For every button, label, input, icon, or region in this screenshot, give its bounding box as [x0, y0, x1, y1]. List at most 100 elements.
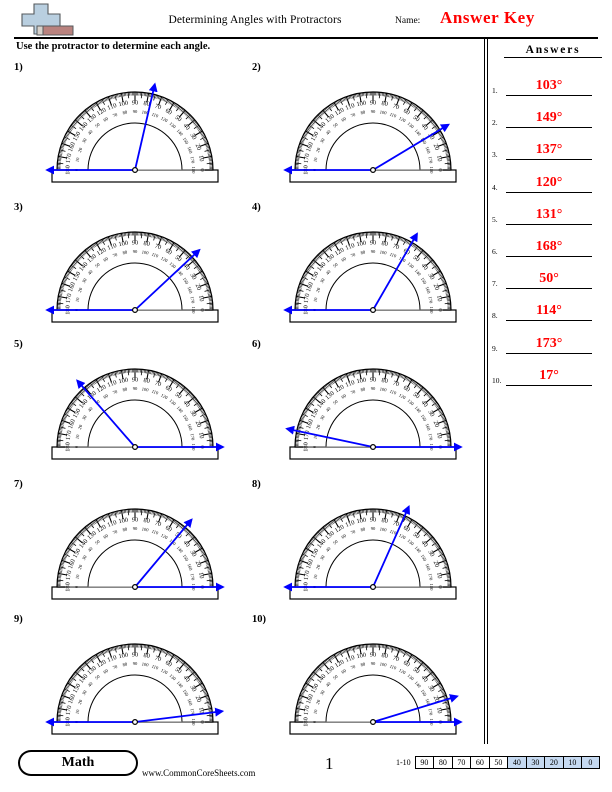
- answer-row: 5. 131°: [492, 193, 608, 225]
- subject-badge: Math: [18, 750, 138, 776]
- svg-text:10: 10: [435, 295, 443, 303]
- answer-row: 10. 17°: [492, 354, 608, 386]
- worksheet-page: Determining Angles with Protractors Name…: [0, 0, 612, 792]
- svg-text:10: 10: [435, 572, 443, 580]
- answer-value: 120°: [535, 174, 563, 190]
- problem-10: 10)0180101702016030150401405013060120701…: [252, 614, 480, 754]
- score-scale-cell: 10: [562, 756, 582, 769]
- protractor-diagram: 0180101702016030150401405013060120701108…: [28, 483, 242, 611]
- answer-value: 17°: [539, 367, 559, 383]
- problem-6: 6) 01801017020160301504014050130601207011…: [252, 339, 480, 479]
- svg-text:90: 90: [371, 386, 376, 391]
- protractor-diagram: 0180101702016030150401405013060120701108…: [266, 483, 480, 611]
- svg-text:90: 90: [370, 516, 376, 523]
- problem-5: 5)01801017020160301504014050130601207011…: [14, 339, 242, 479]
- answers-column: Answers 1. 103° 2. 149° 3. 137° 4. 120° 5. 131° 6.…: [492, 40, 608, 470]
- answer-row: 6. 168°: [492, 225, 608, 257]
- answer-number: 9.: [492, 343, 498, 353]
- problem-number: 3): [14, 202, 23, 213]
- problem-number: 4): [252, 202, 261, 213]
- svg-text:10: 10: [197, 432, 205, 440]
- page-title: Determining Angles with Protractors: [168, 14, 342, 26]
- answer-number: 6.: [492, 247, 498, 256]
- protractor-diagram: 0180101702016030150401405013060120701108…: [28, 618, 242, 746]
- score-scale-cell: 50: [488, 756, 508, 769]
- svg-text:90: 90: [132, 239, 138, 246]
- svg-text:90: 90: [371, 249, 376, 254]
- svg-text:90: 90: [371, 526, 376, 531]
- answer-number: 7.: [492, 279, 498, 289]
- problem-7: 7)01801017020160301504014050130601207011…: [14, 479, 242, 619]
- answer-blank-line: [506, 384, 592, 386]
- protractor-diagram: 0180101702016030150401405013060120701108…: [266, 618, 480, 746]
- problem-number: 1): [14, 62, 23, 73]
- answer-key-label: Answer Key: [440, 8, 535, 27]
- svg-text:90: 90: [370, 651, 376, 658]
- svg-text:90: 90: [370, 376, 376, 383]
- answer-number: 8.: [492, 311, 498, 321]
- svg-text:10: 10: [197, 295, 205, 303]
- svg-text:80: 80: [143, 240, 151, 248]
- page-footer: Math www.CommonCoreSheets.com 1 1-10 90 8…: [0, 744, 612, 792]
- problem-number: 5): [14, 339, 23, 350]
- svg-text:90: 90: [133, 526, 138, 531]
- protractor-diagram: 0180101702016030150401405013060120701108…: [266, 343, 480, 471]
- svg-text:80: 80: [381, 652, 389, 660]
- svg-text:80: 80: [381, 100, 389, 108]
- name-label: Name:: [395, 16, 421, 26]
- answer-value: 168°: [535, 239, 563, 254]
- svg-text:80: 80: [381, 240, 389, 248]
- svg-text:80: 80: [143, 652, 151, 660]
- svg-text:90: 90: [371, 109, 376, 114]
- answer-row: 7. 50°: [492, 257, 608, 290]
- problem-3: 3) 0 180 10 170 20 160 30 150 40 140 50 130 60 120 70 11…: [14, 202, 242, 342]
- score-scale-cell: 90: [414, 756, 434, 769]
- svg-text:90: 90: [133, 386, 138, 391]
- answer-number: 3.: [492, 150, 498, 160]
- protractor-diagram: 0180101702016030150401405013060120701108…: [266, 66, 480, 194]
- answers-heading: Answers: [504, 44, 602, 58]
- answer-row: 4. 120°: [492, 161, 608, 193]
- score-scale-cell: 20: [544, 756, 563, 769]
- answers-column-divider: [484, 38, 488, 744]
- svg-text:10: 10: [197, 155, 205, 163]
- answer-row: 9. 173°: [492, 322, 608, 354]
- svg-text:90: 90: [371, 661, 376, 666]
- answer-value: 114°: [536, 303, 562, 319]
- svg-text:90: 90: [370, 239, 376, 246]
- score-scale-cell: 30: [525, 756, 545, 769]
- answer-row: 2. 149°: [492, 96, 608, 129]
- answer-number: 4.: [492, 182, 498, 192]
- answer-value: 103°: [535, 78, 563, 93]
- svg-text:80: 80: [381, 517, 389, 525]
- answer-value: 173°: [535, 335, 563, 351]
- protractor-diagram: 0180101702016030150401405013060120701108…: [28, 66, 242, 194]
- svg-text:90: 90: [370, 99, 376, 106]
- svg-text:10: 10: [435, 707, 443, 715]
- svg-text:90: 90: [132, 99, 138, 106]
- problem-number: 6): [252, 339, 261, 350]
- page-header: Determining Angles with Protractors Name…: [0, 0, 612, 40]
- answer-value: 131°: [535, 206, 563, 222]
- score-scale-cells: 90 80 70 60 50 40 30 20 10 0: [414, 756, 600, 769]
- problem-number: 8): [252, 479, 261, 490]
- answer-row: 8. 114°: [492, 289, 608, 322]
- score-scale-cell: 40: [507, 756, 526, 769]
- answer-row: 1. 103°: [492, 64, 608, 96]
- svg-text:90: 90: [133, 249, 138, 254]
- page-number: 1: [325, 754, 334, 773]
- answer-number: 5.: [492, 214, 498, 224]
- score-scale-label: 1-10: [396, 758, 411, 767]
- svg-text:80: 80: [143, 517, 151, 525]
- score-scale-cell: 70: [451, 756, 471, 769]
- site-url: www.CommonCoreSheets.com: [142, 768, 256, 778]
- svg-text:90: 90: [132, 651, 138, 658]
- problem-2: 2) 0 180 10 170 20 160 30 150 40 140 50 130 60 120 70 11…: [252, 62, 480, 202]
- answer-number: 10.: [492, 375, 502, 385]
- problem-1: 1) 0 180 10 170 20 160 30 150 40 140 50 130 60 120 70 11…: [14, 62, 242, 202]
- score-scale: 1-10 90 80 70 60 50 40 30 20 10 0: [396, 756, 600, 769]
- header-divider: [14, 37, 598, 39]
- svg-text:10: 10: [435, 432, 443, 440]
- svg-text:90: 90: [132, 516, 138, 523]
- instruction-text: Use the protractor to determine each ang…: [16, 41, 211, 52]
